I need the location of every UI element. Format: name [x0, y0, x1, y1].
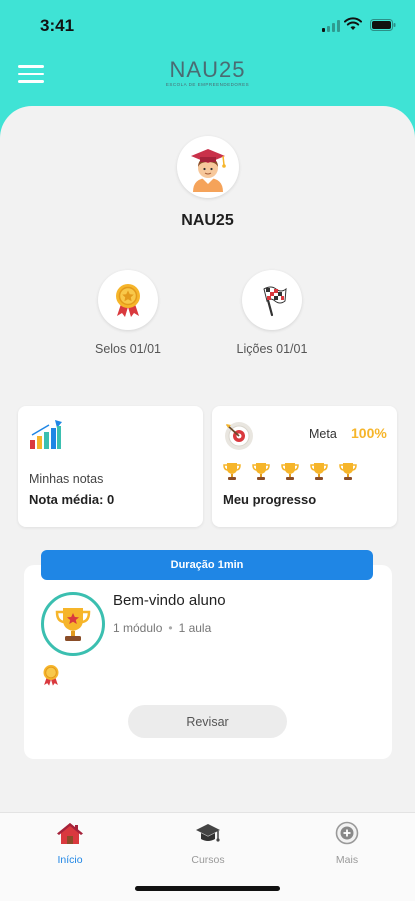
app-logo: NAU25 ESCOLA DE EMPREENDEDORES	[150, 58, 265, 88]
badges-label: Selos 01/01	[94, 342, 162, 356]
tab-more-label: Mais	[335, 854, 359, 866]
target-icon	[225, 422, 253, 450]
duration-banner: Duração 1min	[41, 550, 373, 580]
course-meta: 1 módulo • 1 aula	[113, 621, 211, 635]
notes-label: Minhas notas	[29, 472, 104, 486]
course-card[interactable]: Bem-vindo aluno 1 módulo • 1 aula Revisar	[24, 565, 392, 759]
avatar[interactable]	[177, 136, 239, 198]
trophy-icon	[310, 463, 328, 480]
tab-more[interactable]: Mais	[302, 821, 392, 866]
review-button[interactable]: Revisar	[128, 705, 287, 738]
profile-username: NAU25	[181, 212, 234, 229]
lessons-button[interactable]	[242, 270, 302, 330]
course-thumbnail	[41, 592, 105, 656]
graduation-cap-icon	[196, 824, 220, 842]
student-graduate-icon	[191, 149, 226, 192]
trophy-icon	[339, 463, 357, 480]
logo-name: NAU25	[169, 57, 246, 82]
medal-icon	[43, 665, 59, 686]
main-content: NAU25 Selos 01/01 Lições 01/01 Minhas no…	[0, 106, 415, 816]
meta-separator: •	[168, 621, 173, 635]
tab-home-label: Início	[57, 854, 83, 866]
tab-courses-label: Cursos	[191, 854, 225, 866]
progress-title: Meu progresso	[223, 492, 317, 507]
status-time: 3:41	[40, 16, 75, 35]
home-indicator	[135, 886, 280, 891]
trophy-icon	[252, 463, 270, 480]
course-modules: 1 módulo	[113, 621, 163, 635]
hamburger-menu-icon[interactable]	[18, 65, 44, 85]
logo-tagline: ESCOLA DE EMPREENDEDORES	[165, 82, 250, 87]
wifi-icon	[344, 17, 362, 30]
status-bar: 3:41	[0, 0, 415, 50]
trophy-icon	[223, 463, 241, 480]
course-lessons: 1 aula	[178, 621, 212, 635]
progress-card[interactable]: Meta 100% Meu progresso	[212, 406, 397, 527]
home-icon	[57, 823, 83, 844]
battery-icon	[370, 19, 396, 31]
tab-courses[interactable]: Cursos	[163, 821, 253, 866]
average-grade: Nota média: 0	[29, 492, 115, 507]
signal-icon	[322, 20, 340, 32]
checkered-flag-icon	[263, 286, 287, 317]
trophy-icon	[55, 608, 91, 641]
notes-card[interactable]: Minhas notas Nota média: 0	[18, 406, 203, 527]
trophy-icon	[281, 463, 299, 480]
course-title: Bem-vindo aluno	[113, 592, 226, 609]
tab-home[interactable]: Início	[25, 821, 115, 866]
goal-label: Meta	[309, 427, 337, 441]
medal-icon	[116, 284, 140, 317]
app-header: NAU25 ESCOLA DE EMPREENDEDORES	[0, 50, 415, 110]
plus-circle-icon	[335, 821, 359, 845]
goal-value: 100%	[351, 425, 387, 441]
bar-chart-icon	[30, 420, 62, 449]
lessons-label: Lições 01/01	[236, 342, 308, 356]
trophy-row	[222, 461, 358, 481]
badges-button[interactable]	[98, 270, 158, 330]
